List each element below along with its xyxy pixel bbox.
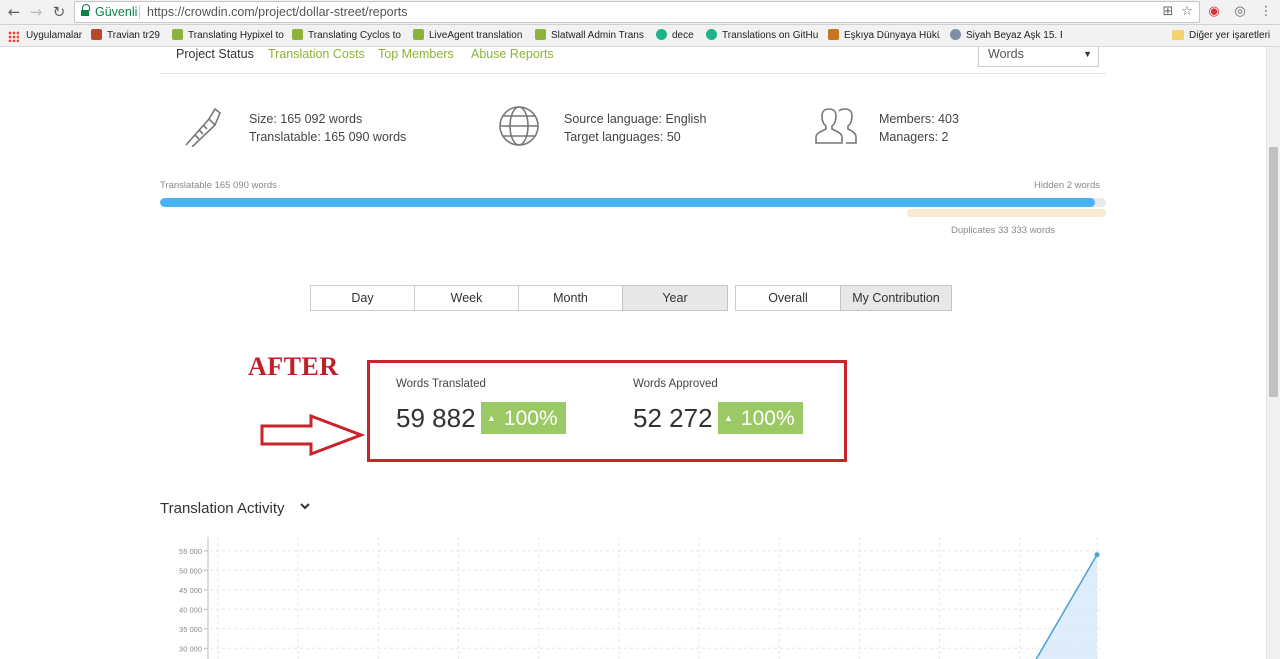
y-tick-label: 30 000: [179, 644, 202, 653]
y-tick-label: 40 000: [179, 605, 202, 614]
url-text[interactable]: https://crowdin.com/project/dollar-stree…: [147, 2, 408, 22]
globe-icon: [499, 106, 539, 146]
apps-icon[interactable]: [8, 31, 19, 42]
y-tick-label: 45 000: [179, 586, 202, 595]
secure-label: Güvenli: [95, 5, 138, 19]
language-stats: Source language: English Target language…: [564, 110, 706, 146]
triangle-up-icon: ▲: [487, 413, 496, 423]
size-text: Size: 165 092 words: [249, 112, 363, 126]
page-content: Project Status Translation Costs Top Mem…: [0, 47, 1266, 659]
menu-icon[interactable]: ⋮: [1258, 4, 1274, 20]
bookmarks-bar: Uygulamalar Travian tr29 Translating Hyp…: [0, 25, 1280, 47]
project-size-stats: Size: 165 092 words Translatable: 165 09…: [249, 110, 406, 146]
members-text: Members: 403: [879, 112, 959, 126]
bookmark-other[interactable]: Diğer yer işaretleri: [1172, 25, 1280, 46]
progress-fill: [160, 198, 1095, 207]
words-approved-label: Words Approved: [633, 378, 718, 390]
y-tick-label: 50 000: [179, 566, 202, 575]
translatable-progress-label: Translatable 165 090 words: [160, 180, 277, 191]
translation-activity-chart: 55 000 50 000 45 000 40 000 35 000 30 000: [179, 537, 1100, 659]
bookmark-apps[interactable]: Uygulamalar: [26, 25, 88, 46]
address-bar[interactable]: Güvenli https://crowdin.com/project/doll…: [74, 1, 1200, 23]
period-day-button[interactable]: Day: [310, 285, 415, 311]
y-tick-label: 35 000: [179, 625, 202, 634]
subnav-divider: [160, 73, 1106, 74]
crowdin-icon: [413, 29, 424, 40]
scope-my-contribution-button[interactable]: My Contribution: [840, 285, 952, 311]
page-scrollbar[interactable]: [1266, 47, 1280, 659]
period-month-button[interactable]: Month: [518, 285, 623, 311]
source-language-text: Source language: English: [564, 112, 707, 126]
tab-top-members[interactable]: Top Members: [378, 47, 454, 61]
hidden-words-label: Hidden 2 words: [1034, 180, 1101, 191]
words-approved-change-badge: ▲ 100%: [718, 402, 803, 434]
bookmark-slatwall[interactable]: Slatwall Admin Trans: [535, 25, 647, 46]
words-translated-change: 100%: [503, 407, 558, 430]
series-point: [1094, 552, 1100, 558]
extension-icon[interactable]: ◎: [1232, 4, 1248, 20]
words-translated-value: 59 882: [396, 403, 476, 433]
bookmark-siyah-beyaz[interactable]: Siyah Beyaz Aşk 15. B: [950, 25, 1062, 46]
bookmark-liveagent[interactable]: LiveAgent translation: [413, 25, 523, 46]
managers-text: Managers: 2: [879, 130, 949, 144]
back-arrow-icon[interactable]: ←: [5, 3, 23, 21]
translation-activity-title[interactable]: Translation Activity: [160, 500, 285, 517]
chevron-down-icon[interactable]: [299, 498, 311, 514]
bookmark-hypixel[interactable]: Translating Hypixel to: [172, 25, 284, 46]
browser-toolbar: ← → ↻ Güvenli https://crowdin.com/projec…: [0, 0, 1280, 25]
reload-icon[interactable]: ↻: [50, 3, 68, 21]
period-year-button[interactable]: Year: [622, 285, 728, 311]
translate-icon[interactable]: ⊞: [1160, 4, 1176, 20]
transifex-icon: [656, 29, 667, 40]
bookmark-cyclos[interactable]: Translating Cyclos to: [292, 25, 402, 46]
words-approved-change: 100%: [740, 407, 795, 430]
blog-icon: [828, 29, 839, 40]
words-translated-change-badge: ▲ 100%: [481, 402, 566, 434]
lock-icon: [81, 4, 90, 16]
crowdin-icon: [292, 29, 303, 40]
crowdin-icon: [172, 29, 183, 40]
translatable-text: Translatable: 165 090 words: [249, 130, 407, 144]
tab-abuse-reports[interactable]: Abuse Reports: [471, 47, 554, 61]
member-stats: Members: 403 Managers: 2: [879, 110, 959, 146]
arrow-right-annotation-icon: [260, 413, 365, 457]
opera-extension-icon[interactable]: ◉: [1206, 4, 1222, 20]
y-tick-label: 55 000: [179, 547, 202, 556]
bookmark-github[interactable]: Translations on GitHu: [706, 25, 818, 46]
triangle-up-icon: ▲: [724, 413, 733, 423]
duplicates-bar: [907, 209, 1106, 217]
members-icon: [815, 108, 857, 144]
bookmark-dece[interactable]: dece: [656, 25, 700, 46]
target-languages-text: Target languages: 50: [564, 130, 681, 144]
tab-translation-costs[interactable]: Translation Costs: [268, 47, 365, 61]
caliper-icon: [185, 107, 221, 147]
scope-overall-button[interactable]: Overall: [735, 285, 841, 311]
words-translated-label: Words Translated: [396, 378, 486, 390]
period-week-button[interactable]: Week: [414, 285, 519, 311]
forward-arrow-icon[interactable]: →: [27, 3, 45, 21]
bookmark-travian[interactable]: Travian tr29: [91, 25, 165, 46]
chevron-down-icon: ▼: [1083, 49, 1092, 59]
words-approved-value: 52 272: [633, 403, 713, 433]
scrollbar-thumb[interactable]: [1269, 147, 1278, 397]
star-icon[interactable]: ☆: [1179, 4, 1195, 20]
bookmark-eskiya[interactable]: Eşkıya Dünyaya Hükü: [828, 25, 940, 46]
folder-icon: [1172, 30, 1184, 40]
report-subnav: Project Status Translation Costs Top Mem…: [0, 47, 1266, 77]
after-annotation-label: AFTER: [248, 352, 339, 381]
translation-progress-bar: [160, 198, 1106, 207]
transifex-icon: [706, 29, 717, 40]
url-separator: [139, 5, 140, 19]
tab-project-status[interactable]: Project Status: [176, 47, 254, 61]
travian-icon: [91, 29, 102, 40]
crowdin-icon: [535, 29, 546, 40]
duplicates-label: Duplicates 33 333 words: [951, 225, 1056, 236]
unit-select[interactable]: Words ▼: [978, 47, 1099, 67]
globe-icon: [950, 29, 961, 40]
unit-select-value: Words: [988, 47, 1024, 61]
